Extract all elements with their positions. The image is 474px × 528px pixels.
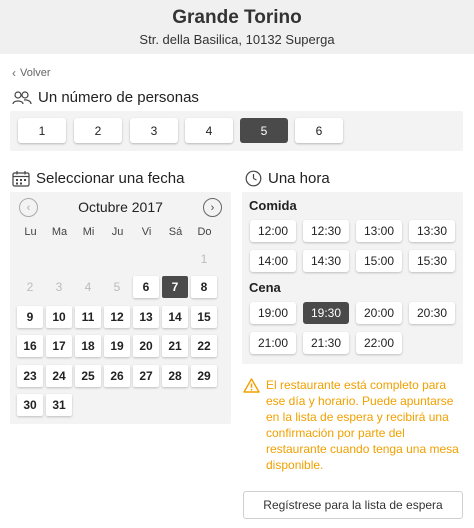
calendar: ‹ Octubre 2017 › Lu Ma Mi Ju Vi Sá Do 1 2 3 4 5 6 7 8 9… [10,192,231,424]
party-size-option[interactable]: 3 [130,118,178,143]
calendar-day[interactable]: 30 [17,394,43,416]
waitlist-button[interactable]: Regístrese para la lista de espera [243,491,463,519]
lunch-time-slot[interactable]: 13:30 [409,220,455,242]
calendar-day: 4 [84,280,92,294]
dinner-time-slot[interactable]: 22:00 [356,332,402,354]
calendar-day[interactable]: 25 [75,365,101,387]
dinner-label: Cena [249,280,281,295]
party-size-option[interactable]: 5 [240,118,288,143]
calendar-day[interactable]: 10 [46,306,72,328]
lunch-time-slot[interactable]: 15:00 [356,250,402,272]
weekday-header: Mi [82,226,95,238]
weekday-header: Sá [168,226,183,238]
restaurant-header: Grande Torino Str. della Basilica, 10132… [0,0,474,54]
calendar-day[interactable]: 15 [191,306,217,328]
calendar-day[interactable]: 17 [46,335,72,357]
date-title: Seleccionar una fecha [36,170,185,187]
back-label: Volver [20,67,51,79]
next-month-button[interactable]: › [203,198,222,217]
lunch-label: Comida [249,198,297,213]
calendar-day[interactable]: 20 [133,335,159,357]
calendar-month-label: Octubre 2017 [78,199,163,215]
lunch-time-slot[interactable]: 14:00 [250,250,296,272]
calendar-month-nav: ‹ Octubre 2017 › [10,196,231,218]
full-warning: El restaurante está completo para ese dí… [243,377,468,473]
date-heading: Seleccionar una fecha [12,170,184,187]
party-size-title: Un número de personas [38,89,199,106]
calendar-day[interactable]: 14 [162,306,188,328]
calendar-day[interactable]: 21 [162,335,188,357]
time-title: Una hora [268,170,330,187]
dinner-time-slot[interactable]: 20:30 [409,302,455,324]
calendar-day-selected[interactable]: 7 [162,276,188,298]
dinner-time-slot[interactable]: 21:00 [250,332,296,354]
calendar-day[interactable]: 9 [17,306,43,328]
calendar-day[interactable]: 29 [191,365,217,387]
people-icon [12,90,32,104]
calendar-day[interactable]: 16 [17,335,43,357]
dinner-time-slot[interactable]: 19:00 [250,302,296,324]
calendar-day[interactable]: 8 [191,276,217,298]
calendar-day[interactable]: 11 [75,306,101,328]
calendar-day[interactable]: 23 [17,365,43,387]
warning-icon [243,378,260,393]
calendar-day[interactable]: 19 [104,335,130,357]
warning-text: El restaurante está completo para ese dí… [266,378,459,472]
calendar-day[interactable]: 6 [133,276,159,298]
weekday-header: Vi [141,226,152,238]
party-size-option[interactable]: 4 [185,118,233,143]
calendar-day[interactable]: 27 [133,365,159,387]
dinner-time-slot[interactable]: 20:00 [356,302,402,324]
weekday-header: Do [197,226,212,238]
weekday-header: Ma [51,226,68,238]
weekday-header: Lu [24,226,37,238]
calendar-day[interactable]: 31 [46,394,72,416]
back-link[interactable]: ‹ Volver [12,66,51,80]
chevron-left-icon: ‹ [12,66,16,80]
lunch-time-slot[interactable]: 15:30 [409,250,455,272]
lunch-time-slot[interactable]: 12:00 [250,220,296,242]
party-size-option[interactable]: 2 [74,118,122,143]
calendar-day[interactable]: 26 [104,365,130,387]
lunch-time-slot[interactable]: 12:30 [303,220,349,242]
party-size-heading: Un número de personas [12,89,199,106]
weekday-header: Ju [111,226,124,238]
dinner-time-slot[interactable]: 19:30 [303,302,349,324]
calendar-day: 2 [26,280,34,294]
party-size-selector: 123456 [10,111,463,151]
chevron-right-icon: › [210,201,215,214]
party-size-option[interactable]: 6 [295,118,343,143]
time-slots-panel: Comida Cena 12:00 12:30 13:00 13:30 14:00 14:… [242,192,463,364]
calendar-day[interactable]: 28 [162,365,188,387]
calendar-day[interactable]: 18 [75,335,101,357]
dinner-time-slot[interactable]: 21:30 [303,332,349,354]
calendar-day[interactable]: 13 [133,306,159,328]
restaurant-address: Str. della Basilica, 10132 Superga [139,32,335,47]
calendar-day: 3 [55,280,63,294]
calendar-day: 1 [200,252,208,266]
calendar-icon [12,171,30,187]
calendar-day[interactable]: 12 [104,306,130,328]
restaurant-name: Grande Torino [172,7,302,28]
calendar-day[interactable]: 22 [191,335,217,357]
clock-icon [245,170,262,187]
time-heading: Una hora [245,170,330,187]
party-size-option[interactable]: 1 [18,118,66,143]
calendar-day[interactable]: 24 [46,365,72,387]
calendar-day: 5 [113,280,121,294]
lunch-time-slot[interactable]: 14:30 [303,250,349,272]
lunch-time-slot[interactable]: 13:00 [356,220,402,242]
